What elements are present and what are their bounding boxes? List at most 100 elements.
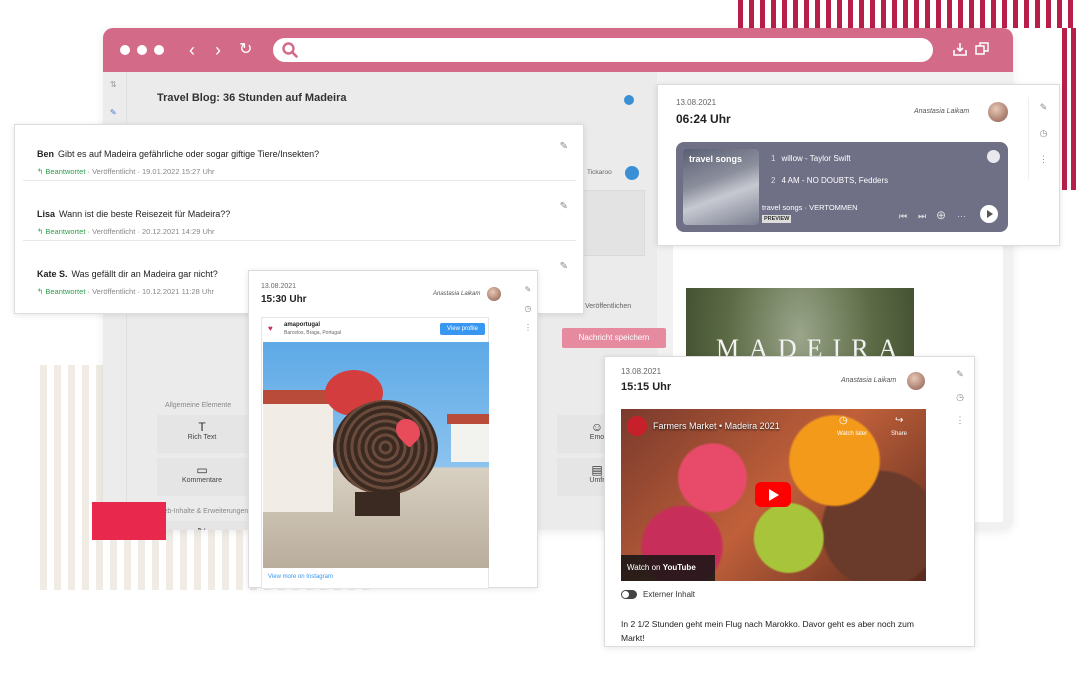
house: [451, 420, 489, 462]
watch-on-youtube-button[interactable]: Watch on YouTube: [621, 555, 715, 581]
edit-icon[interactable]: ✎: [560, 141, 568, 152]
window-icon[interactable]: [974, 41, 990, 57]
edit-icon[interactable]: ✎: [945, 369, 975, 380]
avatar: [907, 372, 925, 390]
view-more-link[interactable]: View more on Instagram: [268, 574, 333, 580]
more-icon[interactable]: ⋮: [945, 415, 975, 426]
x-icon: 𝕏: [157, 526, 247, 530]
comment-date: 20.12.2021 14:29 Uhr: [141, 227, 215, 236]
sidebar-icon[interactable]: ⇅: [110, 80, 117, 89]
comment-icon: ▭: [196, 463, 208, 477]
rooster-sculpture: [333, 400, 438, 495]
comment-date: 19.01.2022 15:27 Uhr: [141, 167, 215, 176]
edit-icon[interactable]: ✎: [1029, 102, 1058, 113]
rich-text-tile[interactable]: T Rich Text: [157, 415, 247, 453]
tickaroo-label[interactable]: Tickaroo: [587, 169, 612, 176]
comment-text: Lisa Wann ist die beste Reisezeit für Mad…: [37, 209, 230, 219]
post-time: 15:15 Uhr: [621, 381, 672, 393]
view-profile-button[interactable]: View profile: [440, 323, 485, 335]
address-bar[interactable]: [273, 38, 933, 62]
insta-account[interactable]: amaportugal: [284, 322, 320, 328]
post-time: 15:30 Uhr: [261, 294, 307, 305]
edit-icon[interactable]: ✎: [560, 261, 568, 272]
comment-author: Lisa: [37, 209, 56, 219]
tickaroo-icon: [625, 166, 639, 180]
download-icon[interactable]: [952, 41, 968, 57]
video-title[interactable]: Farmers Market • Madeira 2021: [653, 421, 780, 431]
clock-icon[interactable]: ◷: [513, 304, 543, 313]
post-date: 13.08.2021: [676, 98, 717, 107]
spotify-embed[interactable]: travel songs 1 willow - Taylor Swift 24 A…: [676, 142, 1008, 232]
comment-author: Kate S.: [37, 269, 68, 279]
more-icon[interactable]: ⋮: [1029, 154, 1058, 165]
comment-author: Ben: [37, 149, 55, 159]
comment-text: Ben Gibt es auf Madeira gefährliche oder …: [37, 149, 319, 159]
post-date: 13.08.2021: [621, 367, 662, 376]
post-author: Anastasia Laikam: [914, 108, 970, 115]
globe-icon: [624, 95, 634, 105]
save-message-button[interactable]: Nachricht speichern: [562, 328, 666, 348]
next-icon[interactable]: ⏭: [918, 211, 926, 222]
more-icon[interactable]: ⋮: [513, 323, 543, 332]
comment-question: Gibt es auf Madeira gefährliche oder sog…: [58, 149, 320, 159]
publish-state: Veröffentlicht: [92, 167, 136, 176]
share-icon[interactable]: ↪: [895, 415, 903, 426]
instagram-photo: [263, 342, 489, 568]
comment-question: Was gefällt dir an Madeira gar nicht?: [71, 269, 218, 279]
track-row[interactable]: 1 willow - Taylor Swift: [771, 154, 851, 163]
cover-title: travel songs: [689, 154, 743, 164]
clock-icon[interactable]: ◷: [839, 415, 848, 426]
window-dot[interactable]: [120, 45, 130, 55]
x-tile[interactable]: 𝕏: [157, 521, 247, 530]
post-time: 06:24 Uhr: [676, 112, 731, 126]
publish-state: Veröffentlicht: [92, 227, 136, 236]
page-title: Travel Blog: 36 Stunden auf Madeira: [157, 92, 347, 104]
decorative-stripes: [1062, 28, 1076, 190]
instagram-embed[interactable]: ♥ amaportugal Barcelos, Braga, Portugal …: [261, 317, 489, 589]
add-icon[interactable]: ⊕: [936, 208, 946, 222]
window-dot[interactable]: [137, 45, 147, 55]
post-author: Anastasia Laikam: [433, 291, 481, 297]
channel-icon: [627, 416, 647, 436]
tile-label: Umfr: [589, 477, 605, 484]
playlist-name: travel songs · VERTOMMEN: [762, 203, 858, 212]
section-heading: Web-Inhalte & Erweiterungen: [157, 508, 249, 515]
reload-icon[interactable]: ↻: [239, 38, 252, 62]
clock-icon[interactable]: ◷: [1029, 128, 1058, 139]
comments-tile[interactable]: ▭ Kommentare: [157, 458, 247, 496]
spotify-icon[interactable]: [987, 150, 1000, 163]
track-row[interactable]: 24 AM - NO DOUBTS, Fedders: [771, 176, 888, 185]
post-date: 13.08.2021: [261, 283, 297, 290]
search-icon: [282, 42, 298, 58]
edit-icon[interactable]: ✎: [513, 285, 543, 294]
previous-icon[interactable]: ⏮: [899, 211, 907, 222]
edit-icon[interactable]: ✎: [560, 201, 568, 212]
window-dot[interactable]: [154, 45, 164, 55]
building: [263, 402, 333, 512]
publish-state: Veröffentlicht: [92, 287, 136, 296]
tile-label: Rich Text: [187, 434, 217, 441]
post-body: In 2 1/2 Stunden geht mein Flug nach Mar…: [621, 619, 914, 643]
edit-icon[interactable]: ✎: [110, 108, 117, 117]
play-button[interactable]: [755, 482, 791, 507]
watch-later-label[interactable]: Watch later: [837, 431, 867, 437]
watch-on-label: Watch on: [627, 563, 661, 572]
youtube-post-card: 13.08.2021 15:15 Uhr Anastasia Laikam Fa…: [604, 356, 975, 647]
answered-status: ↰ Beantwortet: [37, 287, 86, 296]
external-content-toggle[interactable]: [621, 590, 637, 599]
youtube-logo: YouTube: [662, 563, 696, 572]
back-icon[interactable]: ‹: [189, 38, 195, 62]
comment-row[interactable]: Ben Gibt es auf Madeira gefährliche oder …: [23, 129, 576, 181]
play-button[interactable]: [980, 205, 998, 223]
post-author: Anastasia Laikam: [841, 377, 897, 384]
comment-row[interactable]: Lisa Wann ist die beste Reisezeit für Mad…: [23, 189, 576, 241]
publish-select[interactable]: Veröffentlichen: [585, 303, 631, 310]
text-icon: T: [198, 420, 206, 434]
forward-icon[interactable]: ›: [215, 38, 221, 62]
insta-location: Barcelos, Braga, Portugal: [284, 330, 341, 336]
clock-icon[interactable]: ◷: [945, 392, 975, 403]
youtube-embed[interactable]: Farmers Market • Madeira 2021 ◷ Watch la…: [621, 409, 926, 581]
share-label[interactable]: Share: [891, 431, 907, 437]
more-icon[interactable]: ···: [957, 211, 966, 221]
preview-badge: PREVIEW: [762, 215, 792, 223]
